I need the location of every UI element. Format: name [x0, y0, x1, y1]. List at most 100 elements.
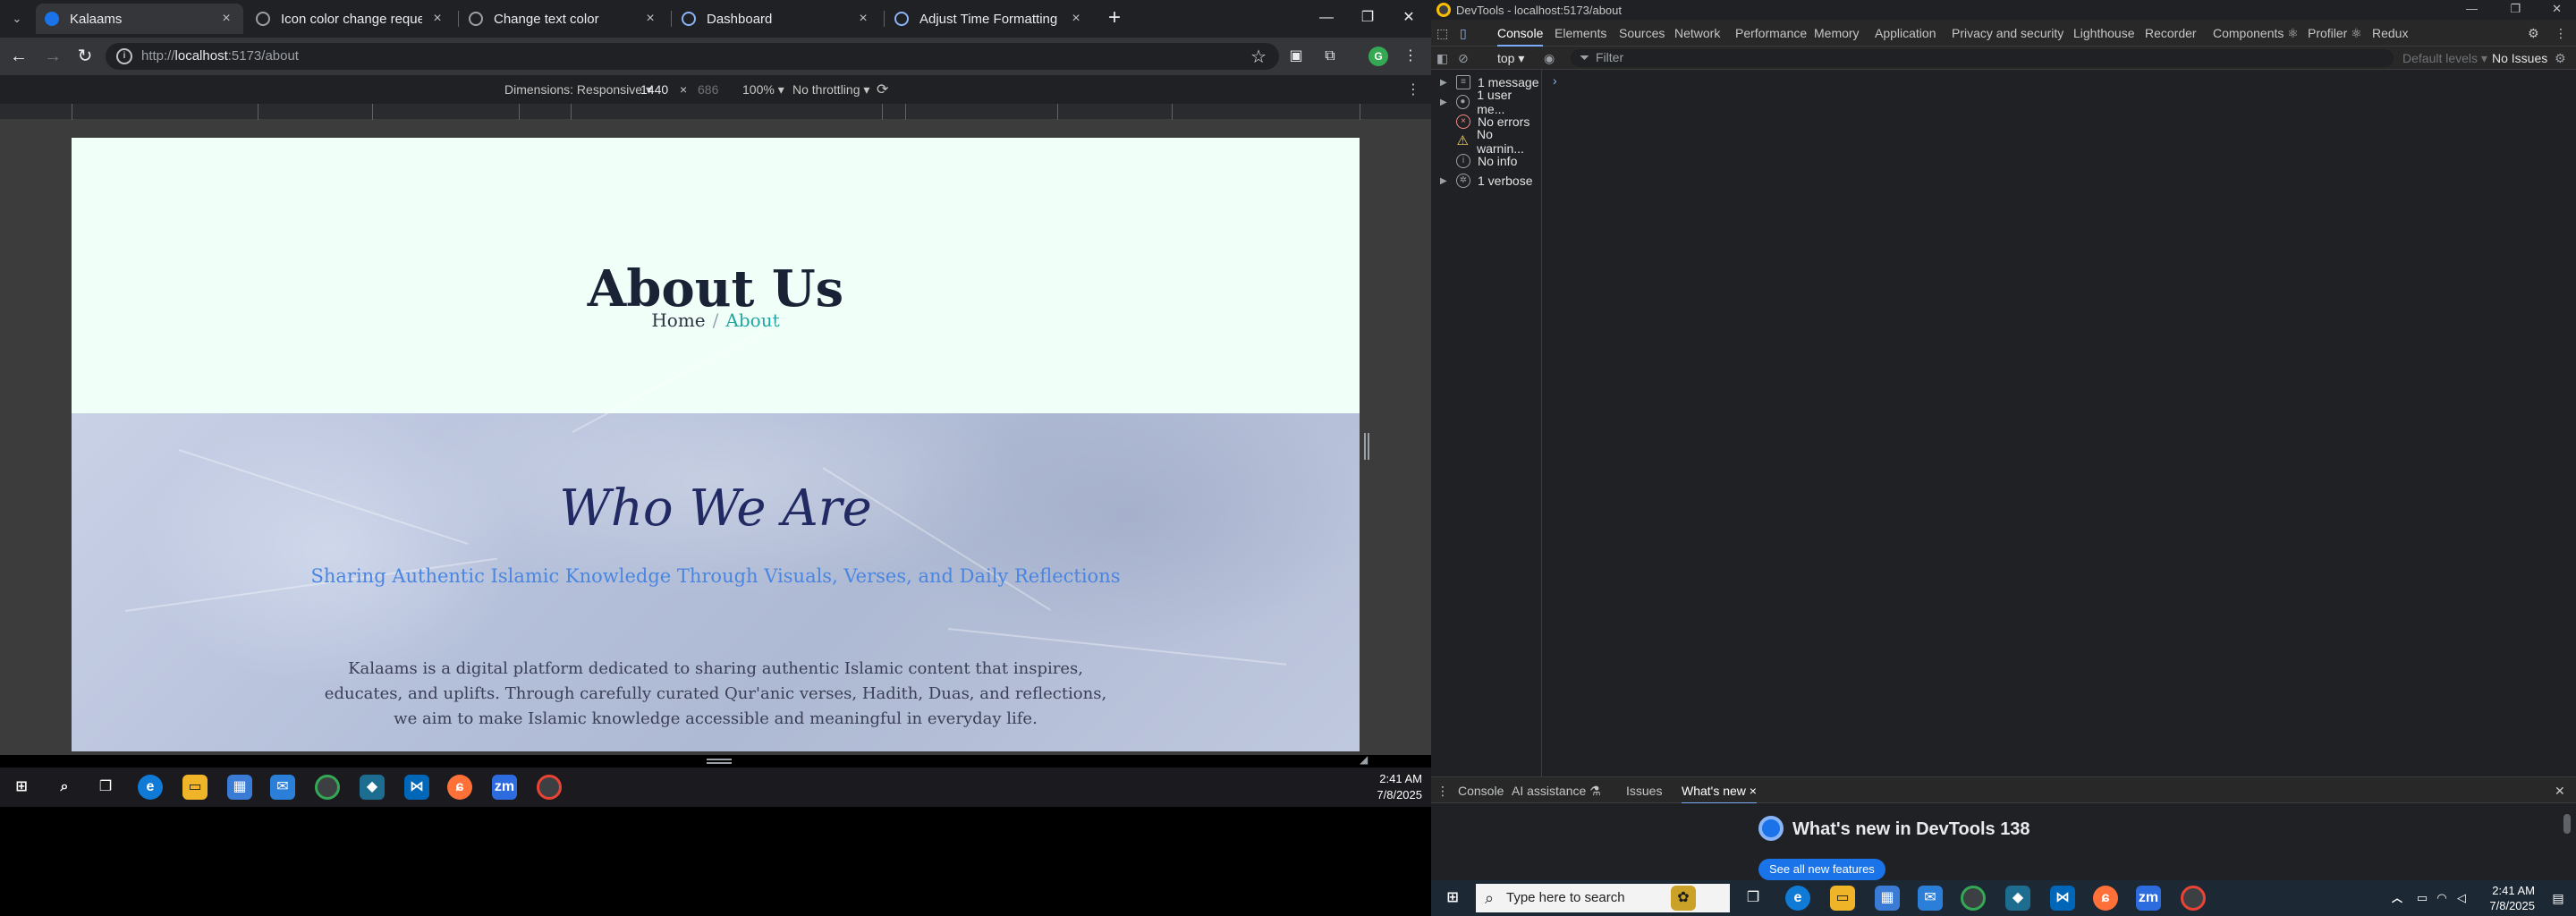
- start-windows-icon[interactable]: ⊞: [1440, 886, 1465, 911]
- chrome-icon[interactable]: [315, 775, 340, 800]
- file-explorer-icon[interactable]: ▭: [182, 775, 208, 800]
- tab-lighthouse[interactable]: Lighthouse: [2073, 26, 2135, 40]
- tab-recorder[interactable]: Recorder: [2145, 26, 2197, 40]
- mail-icon[interactable]: ✉: [270, 775, 295, 800]
- edge-icon[interactable]: e: [138, 775, 163, 800]
- viewport-resize-handle-right[interactable]: [1364, 433, 1369, 460]
- tray-chevron-icon[interactable]: ︿: [2385, 886, 2410, 911]
- mail-icon[interactable]: ✉: [1918, 886, 1943, 911]
- tab-console[interactable]: Console: [1497, 26, 1544, 47]
- devtools-menu-icon[interactable]: ⋮: [2555, 26, 2567, 41]
- search-highlight-icon[interactable]: ✿: [1671, 886, 1696, 911]
- tab-icon-color[interactable]: Icon color change request ×: [247, 4, 454, 34]
- tab-dashboard[interactable]: Dashboard ×: [673, 4, 880, 34]
- store-icon[interactable]: ▦: [227, 775, 252, 800]
- context-select[interactable]: top ▾: [1497, 51, 1524, 66]
- drawer-tab-whats-new[interactable]: What's new ×: [1682, 784, 1757, 804]
- firefox-icon[interactable]: ɕ: [447, 775, 472, 800]
- close-drawer-icon[interactable]: ✕: [2555, 784, 2565, 799]
- menu-kebab-icon[interactable]: ⋮: [1401, 47, 1420, 66]
- extension-icon[interactable]: ▣: [1286, 47, 1306, 66]
- app-icon[interactable]: ◆: [360, 775, 385, 800]
- drawer-tab-console[interactable]: Console: [1458, 784, 1504, 798]
- tab-kalaams[interactable]: Kalaams ×: [36, 4, 243, 34]
- settings-gear-icon[interactable]: ⚙: [2528, 26, 2539, 41]
- breadcrumb-home-link[interactable]: Home: [651, 310, 705, 331]
- see-all-features-button[interactable]: See all new features: [1758, 859, 1885, 880]
- system-clock[interactable]: 2:41 AM 7/8/2025: [1377, 771, 1422, 803]
- chrome-icon[interactable]: [1961, 886, 1986, 911]
- viewport-height-input[interactable]: 686: [698, 82, 718, 97]
- sidebar-item-user-messages[interactable]: ▶ ● 1 user me...: [1440, 88, 1541, 116]
- close-icon[interactable]: ×: [1068, 11, 1084, 27]
- tab-privacy-security[interactable]: Privacy and security: [1952, 26, 2063, 40]
- drawer-scrollbar[interactable]: [2563, 814, 2571, 834]
- vscode-icon[interactable]: ⋈: [2050, 886, 2075, 911]
- maximize-button[interactable]: ❐: [1347, 4, 1388, 32]
- tab-application[interactable]: Application: [1875, 26, 1936, 40]
- file-explorer-icon[interactable]: ▭: [1830, 886, 1855, 911]
- close-window-button[interactable]: ✕: [2552, 2, 2562, 16]
- device-menu-icon[interactable]: ⋮: [1406, 81, 1420, 98]
- sidebar-toggle-icon[interactable]: ◧: [1436, 51, 1448, 66]
- dimensions-select[interactable]: Dimensions: Responsive ▾: [504, 82, 652, 98]
- back-button[interactable]: ←: [7, 45, 30, 68]
- viewport-resize-handle-bottom[interactable]: [707, 759, 732, 764]
- notification-icon[interactable]: ▤: [2546, 886, 2571, 911]
- tab-adjust-time[interactable]: Adjust Time Formatting for AM ×: [886, 4, 1093, 34]
- firefox-icon[interactable]: ɕ: [2093, 886, 2118, 911]
- close-icon[interactable]: ×: [429, 11, 445, 27]
- console-settings-gear-icon[interactable]: ⚙: [2555, 51, 2566, 66]
- device-toggle-icon[interactable]: ▯: [1460, 26, 1467, 41]
- close-window-button[interactable]: ✕: [1388, 4, 1429, 32]
- sidebar-item-warnings[interactable]: ⚠ No warnin...: [1440, 127, 1541, 156]
- task-view-icon[interactable]: ❐: [93, 775, 118, 800]
- app-icon[interactable]: ◆: [2005, 886, 2030, 911]
- tab-network[interactable]: Network: [1674, 26, 1720, 40]
- close-icon[interactable]: ×: [218, 11, 234, 27]
- drawer-tab-ai-assistance[interactable]: AI assistance ⚗: [1512, 784, 1601, 799]
- zoom-select[interactable]: 100% ▾: [742, 82, 784, 98]
- tab-elements[interactable]: Elements: [1555, 26, 1606, 40]
- maximize-button[interactable]: ❐: [2510, 2, 2521, 16]
- address-bar[interactable]: i http://localhost:5173/about ☆: [106, 43, 1279, 70]
- chrome-icon[interactable]: [537, 775, 562, 800]
- sidebar-item-verbose[interactable]: ▶ ✲ 1 verbose: [1440, 172, 1532, 190]
- site-info-icon[interactable]: i: [116, 48, 132, 64]
- tab-change-text-color[interactable]: Change text color ×: [460, 4, 667, 34]
- edge-icon[interactable]: e: [1785, 886, 1810, 911]
- throttling-select[interactable]: No throttling ▾: [792, 82, 869, 98]
- zoom-app-icon[interactable]: zm: [2136, 886, 2161, 911]
- rotate-icon[interactable]: ⟳: [877, 81, 888, 98]
- vscode-icon[interactable]: ⋈: [404, 775, 429, 800]
- drawer-menu-icon[interactable]: ⋮: [1436, 784, 1449, 799]
- profile-avatar[interactable]: G: [1368, 47, 1388, 66]
- eye-icon[interactable]: ◉: [1544, 51, 1555, 66]
- minimize-button[interactable]: —: [2466, 2, 2478, 15]
- search-icon[interactable]: ⌕: [52, 775, 77, 800]
- forward-button[interactable]: →: [41, 45, 64, 68]
- tab-redux[interactable]: Redux: [2372, 26, 2408, 40]
- new-tab-button[interactable]: +: [1102, 5, 1127, 30]
- extensions-puzzle-icon[interactable]: ⧉: [1320, 47, 1340, 66]
- sidebar-item-info[interactable]: i No info: [1440, 152, 1517, 170]
- volume-icon[interactable]: ◁: [2449, 886, 2474, 911]
- close-icon[interactable]: ×: [642, 11, 658, 27]
- tab-performance[interactable]: Performance: [1735, 26, 1807, 40]
- tab-search-icon[interactable]: ⌄: [7, 9, 27, 29]
- inspect-element-icon[interactable]: ⬚: [1436, 26, 1448, 41]
- drawer-tab-issues[interactable]: Issues: [1626, 784, 1662, 798]
- viewport-width-input[interactable]: 1440: [640, 82, 668, 97]
- tab-components[interactable]: Components ⚛: [2213, 26, 2299, 41]
- url-text[interactable]: http://localhost:5173/about: [141, 48, 299, 64]
- log-levels-select[interactable]: Default levels ▾: [2402, 51, 2487, 66]
- filter-input[interactable]: ⏷ Filter: [1571, 49, 2394, 67]
- tab-sources[interactable]: Sources: [1619, 26, 1665, 40]
- issues-counter[interactable]: No Issues: [2492, 51, 2547, 65]
- bookmark-star-icon[interactable]: ☆: [1250, 46, 1267, 68]
- tab-profiler[interactable]: Profiler ⚛: [2308, 26, 2362, 41]
- reload-button[interactable]: ↻: [73, 45, 97, 68]
- console-prompt[interactable]: ›: [1553, 73, 1557, 88]
- console-output[interactable]: ›: [1542, 70, 2576, 776]
- viewport-resize-corner[interactable]: ◢: [1360, 753, 1372, 766]
